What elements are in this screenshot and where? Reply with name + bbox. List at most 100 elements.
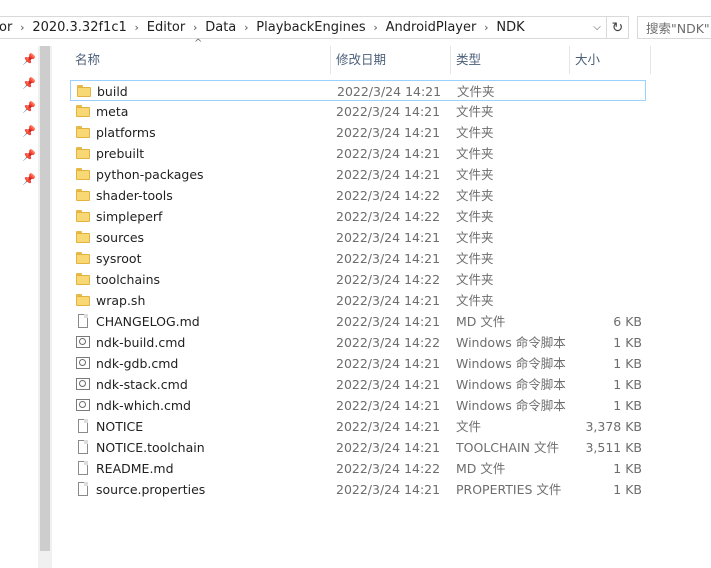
breadcrumb-chevron-icon[interactable]: › — [366, 21, 386, 34]
folder-icon — [76, 125, 90, 139]
pin-icon[interactable]: 📌 — [22, 150, 36, 162]
file-name: shader-tools — [96, 188, 173, 203]
file-date-modified: 2022/3/24 14:21 — [336, 251, 441, 266]
breadcrumb-segment[interactable]: or — [0, 20, 12, 35]
folder-icon — [76, 167, 90, 181]
file-row[interactable]: wrap.sh 2022/3/24 14:21 文件夹 — [70, 290, 646, 311]
file-size — [570, 227, 642, 248]
file-type: Windows 命令脚本 — [456, 356, 566, 371]
file-name: wrap.sh — [96, 293, 146, 308]
file-row[interactable]: simpleperf 2022/3/24 14:22 文件夹 — [70, 206, 646, 227]
file-row[interactable]: ndk-stack.cmd 2022/3/24 14:21 Windows 命令脚本… — [70, 374, 646, 395]
refresh-button[interactable]: ↻ — [607, 16, 629, 39]
file-name: sysroot — [96, 251, 142, 266]
column-type-header[interactable]: 类型 — [451, 46, 569, 74]
pin-icon[interactable]: 📌 — [22, 54, 36, 66]
file-date-modified: 2022/3/24 14:21 — [336, 377, 441, 392]
folder-icon — [76, 188, 90, 202]
file-size — [570, 269, 642, 290]
file-type: 文件夹 — [456, 230, 494, 245]
file-type: 文件 — [456, 419, 482, 434]
file-row[interactable]: ndk-build.cmd 2022/3/24 14:22 Windows 命令脚本… — [70, 332, 646, 353]
breadcrumb-chevron-icon[interactable]: › — [476, 21, 496, 34]
search-input[interactable]: 搜索"NDK" — [637, 16, 711, 39]
file-row[interactable]: CHANGELOG.md 2022/3/24 14:21 MD 文件 6 KB — [70, 311, 646, 332]
nav-scrollbar-thumb[interactable] — [40, 46, 50, 551]
file-row[interactable]: build 2022/3/24 14:21 文件夹 — [70, 80, 646, 101]
file-row[interactable]: meta 2022/3/24 14:21 文件夹 — [70, 101, 646, 122]
file-size: 1 KB — [613, 398, 642, 413]
file-date-modified: 2022/3/24 14:21 — [336, 125, 441, 140]
file-name: ndk-which.cmd — [96, 398, 191, 413]
file-name: source.properties — [96, 482, 206, 497]
file-date-modified: 2022/3/24 14:21 — [336, 419, 441, 434]
file-date-modified: 2022/3/24 14:21 — [336, 440, 441, 455]
file-row[interactable]: sources 2022/3/24 14:21 文件夹 — [70, 227, 646, 248]
file-name: simpleperf — [96, 209, 163, 224]
file-row[interactable]: sysroot 2022/3/24 14:21 文件夹 — [70, 248, 646, 269]
script-gear-icon — [76, 356, 90, 370]
pin-icon[interactable]: 📌 — [22, 102, 36, 114]
file-row[interactable]: prebuilt 2022/3/24 14:21 文件夹 — [70, 143, 646, 164]
pin-icon[interactable]: 📌 — [22, 78, 36, 90]
breadcrumb-segment[interactable]: 2020.3.32f1c1 — [32, 20, 126, 35]
file-size — [570, 185, 642, 206]
file-row[interactable]: shader-tools 2022/3/24 14:22 文件夹 — [70, 185, 646, 206]
breadcrumb-segment[interactable]: Editor — [147, 20, 185, 35]
file-type: TOOLCHAIN 文件 — [456, 440, 559, 455]
breadcrumb-chevron-icon[interactable]: › — [185, 21, 205, 34]
file-type: Windows 命令脚本 — [456, 335, 566, 350]
breadcrumb-chevron-icon[interactable]: › — [236, 21, 256, 34]
breadcrumb-segment[interactable]: AndroidPlayer — [386, 20, 477, 35]
file-size: 1 KB — [613, 356, 642, 371]
file-row[interactable]: ndk-which.cmd 2022/3/24 14:21 Windows 命令脚本… — [70, 395, 646, 416]
column-header: 名称 修改日期 类型 大小 — [70, 46, 651, 74]
file-size: 1 KB — [613, 461, 642, 476]
file-row[interactable]: platforms 2022/3/24 14:21 文件夹 — [70, 122, 646, 143]
breadcrumb-chevron-icon[interactable]: › — [12, 21, 32, 34]
file-name: build — [97, 84, 128, 99]
file-row[interactable]: NOTICE 2022/3/24 14:21 文件 3,378 KB — [70, 416, 646, 437]
folder-icon — [76, 293, 90, 307]
file-name: prebuilt — [96, 146, 145, 161]
file-date-modified: 2022/3/24 14:22 — [336, 461, 441, 476]
file-date-modified: 2022/3/24 14:21 — [336, 146, 441, 161]
file-row[interactable]: source.properties 2022/3/24 14:21 PROPERTI… — [70, 479, 646, 500]
address-dropdown-icon[interactable]: ⌵ — [588, 17, 606, 38]
file-row[interactable]: NOTICE.toolchain 2022/3/24 14:21 TOOLCHAIN… — [70, 437, 646, 458]
script-gear-icon — [76, 398, 90, 412]
file-date-modified: 2022/3/24 14:21 — [336, 167, 441, 182]
file-row[interactable]: README.md 2022/3/24 14:22 MD 文件 1 KB — [70, 458, 646, 479]
document-icon — [76, 461, 90, 475]
breadcrumb-segment[interactable]: Data — [205, 20, 236, 35]
column-size-header[interactable]: 大小 — [570, 46, 649, 74]
breadcrumb-segment[interactable]: PlaybackEngines — [256, 20, 365, 35]
file-row[interactable]: ndk-gdb.cmd 2022/3/24 14:21 Windows 命令脚本 1 … — [70, 353, 646, 374]
file-type: 文件夹 — [456, 272, 494, 287]
column-date-header[interactable]: 修改日期 — [331, 46, 449, 74]
address-bar[interactable]: or › 2020.3.32f1c1 › Editor › Data › PlaybackEng… — [0, 16, 607, 39]
file-type: 文件夹 — [456, 209, 494, 224]
file-type: 文件夹 — [457, 84, 495, 99]
file-type: 文件夹 — [456, 167, 494, 182]
file-name: meta — [96, 104, 129, 119]
file-date-modified: 2022/3/24 14:22 — [336, 188, 441, 203]
column-name-header[interactable]: 名称 — [70, 46, 328, 74]
file-name: python-packages — [96, 167, 204, 182]
sort-ascending-icon: ^ — [194, 38, 203, 49]
file-type: Windows 命令脚本 — [456, 377, 566, 392]
file-row[interactable]: python-packages 2022/3/24 14:21 文件夹 — [70, 164, 646, 185]
file-type: 文件夹 — [456, 104, 494, 119]
file-size: 1 KB — [613, 482, 642, 497]
navigation-pane: 📌 📌 📌 📌 📌 📌 — [0, 46, 38, 568]
file-date-modified: 2022/3/24 14:21 — [337, 84, 442, 99]
pin-icon[interactable]: 📌 — [22, 126, 36, 138]
folder-icon — [76, 251, 90, 265]
breadcrumb-segment[interactable]: NDK — [496, 20, 524, 35]
file-row[interactable]: toolchains 2022/3/24 14:22 文件夹 — [70, 269, 646, 290]
column-divider[interactable] — [650, 46, 651, 74]
breadcrumb-chevron-icon[interactable]: › — [127, 21, 147, 34]
folder-icon — [77, 84, 91, 98]
file-date-modified: 2022/3/24 14:21 — [336, 482, 441, 497]
pin-icon[interactable]: 📌 — [22, 174, 36, 186]
